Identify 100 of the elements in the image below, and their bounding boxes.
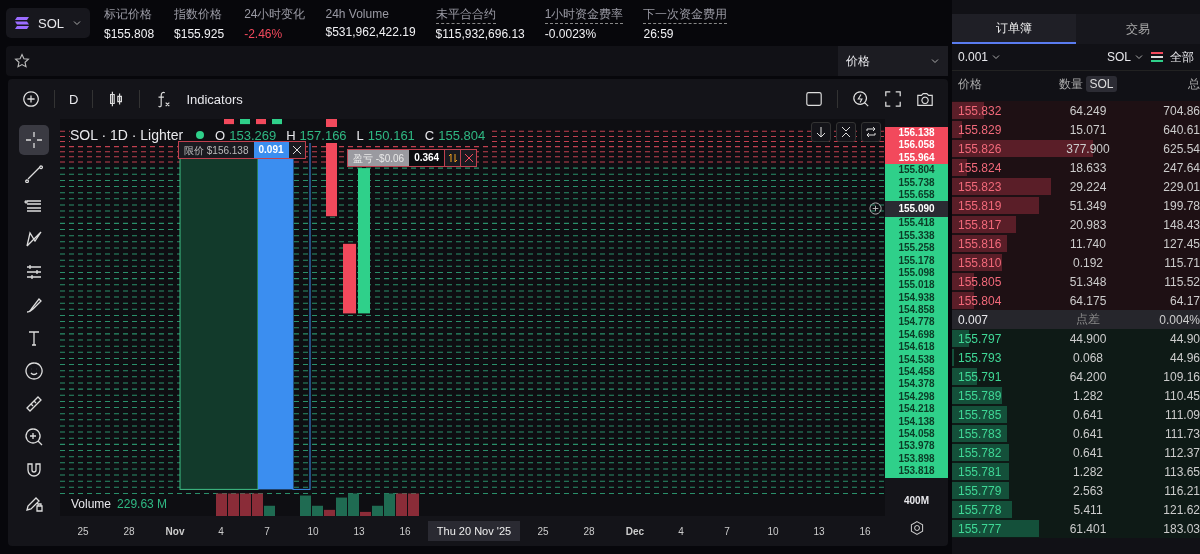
panel-tab[interactable]: 交易 bbox=[1076, 14, 1200, 44]
bid-row[interactable]: 155.779 2.563 116.21 bbox=[952, 481, 1200, 500]
ohlc-value: 155.804 bbox=[438, 127, 486, 143]
price-axis-label: 155.090 bbox=[898, 203, 935, 215]
bid-row[interactable]: 155.791 64.200 109.16 bbox=[952, 367, 1200, 386]
bid-price: 155.793 bbox=[958, 350, 1003, 365]
amount-cell-text: 11.740 bbox=[1069, 236, 1107, 251]
ask-row[interactable]: 155.816 11.740 127.45 bbox=[952, 234, 1200, 253]
ask-row[interactable]: 155.804 64.175 64.17 bbox=[952, 291, 1200, 310]
camera-icon[interactable] bbox=[916, 90, 934, 108]
price-axis-label: 153.898 bbox=[898, 452, 935, 464]
drawing-tool-button[interactable] bbox=[19, 125, 49, 155]
bid-row[interactable]: 155.793 0.068 44.96 bbox=[952, 348, 1200, 367]
bid-row[interactable]: 155.782 0.641 112.37 bbox=[952, 443, 1200, 462]
price-axis-label: 155.258 bbox=[898, 242, 935, 254]
bid-row[interactable]: 155.797 44.900 44.90 bbox=[952, 329, 1200, 348]
total-cell-text: 116.21 bbox=[1163, 483, 1200, 498]
price-axis-label: 154.298 bbox=[898, 390, 935, 402]
reverse-button[interactable] bbox=[444, 150, 461, 166]
total-cell-text: 44.96 bbox=[1168, 350, 1200, 365]
ask-row[interactable]: 155.829 15.071 640.61 bbox=[952, 120, 1200, 139]
ask-row[interactable]: 155.826 377.900 625.54 bbox=[952, 139, 1200, 158]
amount-cell-text: 1.282 bbox=[1072, 388, 1104, 403]
time-axis-label: 10 bbox=[306, 525, 320, 537]
amount-cell-text: 44.900 bbox=[1068, 331, 1108, 346]
fullscreen-icon[interactable] bbox=[884, 90, 902, 108]
ask-row[interactable]: 155.819 51.349 199.78 bbox=[952, 196, 1200, 215]
amount-cell-text: 0.192 bbox=[1072, 255, 1104, 270]
amount-cell-text: 2.563 bbox=[1072, 483, 1104, 498]
stat-value: -2.46% bbox=[244, 26, 284, 41]
collapse-button[interactable] bbox=[836, 122, 856, 142]
lightning-search-icon[interactable] bbox=[852, 90, 870, 108]
position-quantity[interactable]: 0.364 bbox=[409, 150, 445, 166]
ohlc-value: 153.269 bbox=[229, 127, 277, 143]
total-cell-text: 109.16 bbox=[1162, 369, 1200, 384]
bid-row[interactable]: 155.789 1.282 110.45 bbox=[952, 386, 1200, 405]
time-axis-label: Nov bbox=[164, 525, 186, 537]
time-axis-label: 28 bbox=[582, 525, 596, 537]
bid-row[interactable]: 155.778 5.411 121.62 bbox=[952, 500, 1200, 519]
spread-percent: 0.004% bbox=[1158, 312, 1200, 327]
time-axis-label: 7 bbox=[263, 525, 271, 537]
chart-title: SOL · 1D · Lighter bbox=[70, 127, 184, 143]
amount-cell-text: 64.175 bbox=[1068, 293, 1108, 308]
total-cell-text: 115.52 bbox=[1163, 274, 1200, 289]
amount-cell-text: 0.641 bbox=[1072, 407, 1104, 422]
price-axis-label: 153.978 bbox=[898, 440, 935, 452]
book-layout-icon[interactable] bbox=[1150, 51, 1164, 63]
stat-value: $531,962,422.19 bbox=[325, 25, 416, 39]
bid-row[interactable]: 155.777 61.401 183.03 bbox=[952, 519, 1200, 538]
stat-label: 1小时资金费率 bbox=[544, 5, 624, 24]
add-order-icon[interactable] bbox=[869, 202, 882, 216]
star-icon[interactable] bbox=[14, 53, 30, 69]
symbol-selector[interactable]: SOL bbox=[6, 8, 90, 38]
unit-badge[interactable]: SOL bbox=[1086, 76, 1117, 92]
zoom-in-icon bbox=[24, 427, 44, 447]
unit-select[interactable]: SOL bbox=[1107, 50, 1144, 64]
swap-arrows-icon bbox=[447, 153, 458, 163]
amount-cell-text: 64.249 bbox=[1068, 103, 1108, 118]
time-axis-label: 13 bbox=[352, 525, 366, 537]
bid-row[interactable]: 155.785 0.641 111.09 bbox=[952, 405, 1200, 424]
time-axis-label: 25 bbox=[76, 525, 90, 537]
ohlc-value: 150.161 bbox=[367, 127, 415, 143]
amount-cell-text: 64.200 bbox=[1068, 369, 1108, 384]
bid-price: 155.778 bbox=[958, 502, 1003, 517]
chevron-down-icon bbox=[991, 52, 1002, 62]
amount-cell-text: 61.401 bbox=[1068, 521, 1108, 536]
price-select[interactable]: 价格 bbox=[838, 46, 948, 76]
bid-row[interactable]: 155.781 1.282 113.65 bbox=[952, 462, 1200, 481]
ask-row[interactable]: 155.817 20.983 148.43 bbox=[952, 215, 1200, 234]
price-axis-label: 154.618 bbox=[898, 341, 935, 353]
scroll-down-button[interactable] bbox=[811, 122, 831, 142]
square-icon[interactable] bbox=[805, 90, 823, 108]
price-axis-label: 156.138 bbox=[898, 127, 935, 138]
time-axis-label: 28 bbox=[122, 525, 136, 537]
tick-size-select[interactable]: 0.001 bbox=[958, 50, 1002, 64]
ask-row[interactable]: 155.824 18.633 247.64 bbox=[952, 158, 1200, 177]
bid-price: 155.789 bbox=[958, 388, 1003, 403]
ask-row[interactable]: 155.832 64.249 704.86 bbox=[952, 101, 1200, 120]
stat-label: 未平合合约 bbox=[435, 5, 496, 24]
settings-icon[interactable] bbox=[908, 520, 925, 536]
filter-select[interactable]: 全部 bbox=[1170, 48, 1194, 66]
trend-line-icon bbox=[24, 163, 44, 183]
stat-label: 24小时变化 bbox=[244, 5, 306, 23]
price-axis-label: 155.738 bbox=[898, 176, 935, 188]
ask-row[interactable]: 155.805 51.348 115.52 bbox=[952, 272, 1200, 291]
time-axis-label: 4 bbox=[677, 525, 685, 537]
indicators-button[interactable]: Indicators bbox=[186, 91, 243, 107]
total-cell-text: 229.01 bbox=[1162, 179, 1200, 194]
amount-cell-text: 0.068 bbox=[1072, 350, 1104, 365]
ask-row[interactable]: 155.810 0.192 115.71 bbox=[952, 253, 1200, 272]
interval-button[interactable]: D bbox=[69, 91, 79, 107]
price-axis-label: 155.178 bbox=[898, 254, 935, 266]
ask-row[interactable]: 155.823 29.224 229.01 bbox=[952, 177, 1200, 196]
bid-row[interactable]: 155.783 0.641 111.73 bbox=[952, 424, 1200, 443]
price-axis-label: 156.058 bbox=[898, 139, 935, 151]
panel-tab[interactable]: 订单簿 bbox=[952, 14, 1076, 44]
swap-button[interactable] bbox=[861, 122, 881, 142]
time-axis-label: 10 bbox=[766, 525, 780, 537]
price-axis-label: 154.778 bbox=[898, 316, 935, 328]
bid-price: 155.785 bbox=[958, 407, 1003, 422]
